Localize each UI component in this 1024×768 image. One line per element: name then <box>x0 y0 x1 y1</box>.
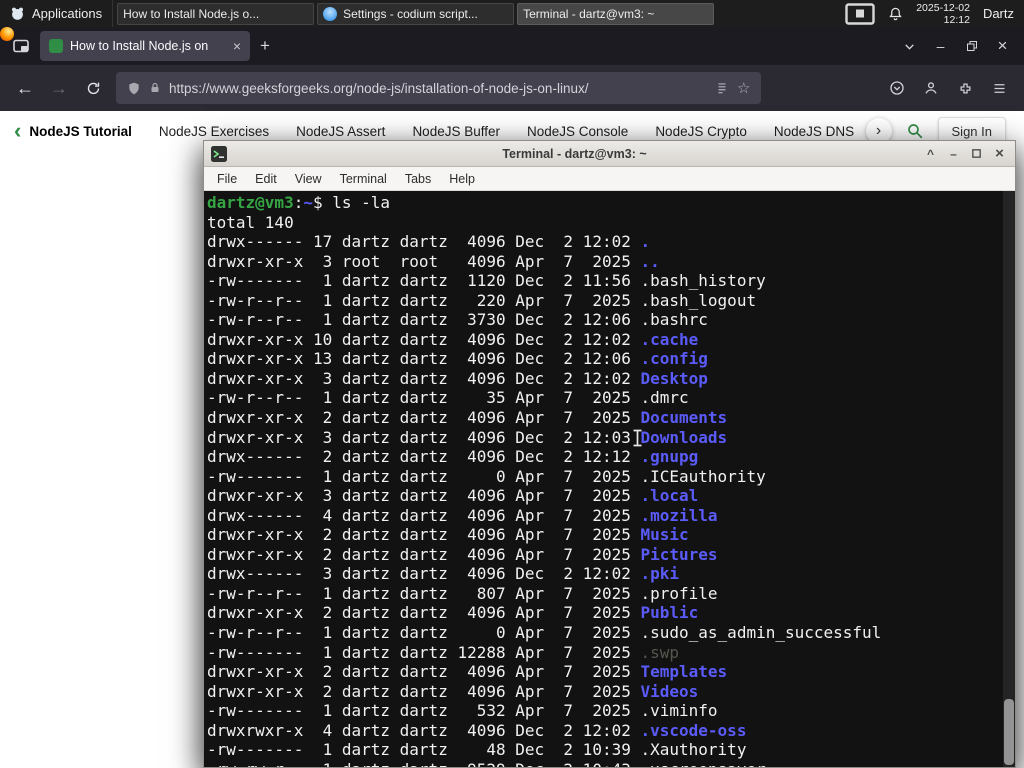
pocket-icon[interactable] <box>880 72 914 104</box>
terminal-titlebar[interactable]: Terminal - dartz@vm3: ~ ^ – × <box>204 141 1015 167</box>
menu-hamburger-icon[interactable] <box>982 72 1016 104</box>
panel-tray-area: 2025-12-02 12:12 Dartz <box>845 0 1024 27</box>
terminal-shade-button[interactable]: ^ <box>922 145 939 162</box>
tab-close-icon[interactable]: × <box>233 39 241 53</box>
top-panel: Applications How to Install Node.js o...… <box>0 0 1024 768</box>
taskbar-button-label: Settings - codium script... <box>343 6 478 21</box>
terminal-scrollbar[interactable] <box>1003 191 1015 767</box>
terminal-minimize-button[interactable]: – <box>945 145 962 162</box>
url-bar[interactable]: https://www.geeksforgeeks.org/node-js/in… <box>116 72 762 104</box>
tab-title: How to Install Node.js on <box>70 39 209 53</box>
settings-icon <box>323 6 338 21</box>
taskbar: How to Install Node.js o... Settings - co… <box>0 0 1016 768</box>
menu-item-terminal[interactable]: Terminal <box>331 172 396 186</box>
terminal-close-button[interactable]: × <box>991 145 1008 162</box>
clock-date: 2025-12-02 <box>916 1 970 14</box>
clock-time: 12:12 <box>943 13 970 26</box>
terminal-maximize-button[interactable] <box>968 145 985 162</box>
taskbar-button[interactable]: Settings - codium script... <box>317 2 515 25</box>
site-nav-item[interactable]: NodeJS DNS <box>774 124 854 139</box>
menu-item-help[interactable]: Help <box>440 172 484 186</box>
terminal-app-icon <box>211 145 227 162</box>
applications-menu-button[interactable]: Applications <box>0 0 114 27</box>
window-restore-button[interactable] <box>956 32 987 60</box>
window-close-button[interactable]: × <box>987 32 1018 60</box>
menu-item-edit[interactable]: Edit <box>246 172 286 186</box>
window-minimize-button[interactable]: – <box>925 32 956 60</box>
taskbar-button[interactable]: Terminal - dartz@vm3: ~ <box>203 2 1016 768</box>
site-nav-item[interactable]: NodeJS Exercises <box>159 124 269 139</box>
terminal-output: dartz@vm3:~$ ls -la total 140 drwx------… <box>207 193 882 767</box>
bookmark-star-icon[interactable]: ☆ <box>737 79 750 97</box>
mouse-ibeam-cursor <box>633 429 642 447</box>
site-nav-item[interactable]: NodeJS Buffer <box>412 124 500 139</box>
taskbar-button[interactable]: How to Install Node.js o... <box>0 2 315 41</box>
panel-clock[interactable]: 2025-12-02 12:12 <box>916 2 970 26</box>
screen: Applications How to Install Node.js o...… <box>0 0 1024 768</box>
url-text[interactable]: https://www.geeksforgeeks.org/node-js/in… <box>169 81 707 96</box>
account-icon[interactable] <box>914 72 948 104</box>
extensions-icon[interactable] <box>948 72 982 104</box>
terminal-title: Terminal - dartz@vm3: ~ <box>502 146 647 161</box>
menu-item-view[interactable]: View <box>286 172 331 186</box>
panel-user-label: Dartz <box>982 6 1014 21</box>
back-icon[interactable]: ← <box>8 72 42 104</box>
menu-item-tabs[interactable]: Tabs <box>396 172 440 186</box>
taskbar-button-label: How to Install Node.js o... <box>123 6 260 21</box>
browser-tab-bar: How to Install Node.js on × + – × <box>0 27 1024 65</box>
terminal-body[interactable]: dartz@vm3:~$ ls -la total 140 drwx------… <box>204 191 1015 767</box>
tracking-shield-icon[interactable] <box>127 81 141 96</box>
site-nav-item[interactable]: NodeJS Assert <box>296 124 385 139</box>
terminal-menubar: File Edit View Terminal Tabs Help <box>204 167 1015 191</box>
terminal-window: Terminal - dartz@vm3: ~ ^ – × File Edit Vi… <box>203 140 1016 768</box>
reload-icon[interactable] <box>76 72 110 104</box>
applications-menu-label: Applications <box>32 6 103 21</box>
browser-nav-toolbar: ← → https://www.geeksforgeeks.org/node-j… <box>0 65 1024 111</box>
site-nav-items: NodeJS Tutorial NodeJS Exercises NodeJS As… <box>29 124 857 139</box>
tab-favicon <box>49 39 63 53</box>
menu-item-file[interactable]: File <box>208 172 246 186</box>
list-all-tabs-icon[interactable] <box>894 32 925 60</box>
xfce-logo-icon <box>12 7 23 20</box>
nav-scroll-left-icon[interactable]: ‹ <box>10 120 29 142</box>
lock-icon[interactable] <box>149 81 161 95</box>
taskbar-button-label: Terminal - dartz@vm3: ~ <box>523 6 655 21</box>
notifications-bell-icon[interactable] <box>888 6 903 22</box>
tray-display-icon[interactable] <box>845 2 875 25</box>
site-nav-item[interactable]: NodeJS Crypto <box>655 124 747 139</box>
forward-icon: → <box>50 77 68 98</box>
site-nav-item[interactable]: NodeJS Tutorial <box>29 124 132 139</box>
reader-view-icon[interactable] <box>715 81 729 95</box>
site-nav-item[interactable]: NodeJS Console <box>527 124 628 139</box>
scrollbar-thumb[interactable] <box>1004 699 1014 765</box>
browser-tab[interactable]: How to Install Node.js on × <box>40 31 250 61</box>
new-tab-button[interactable]: + <box>250 32 280 60</box>
